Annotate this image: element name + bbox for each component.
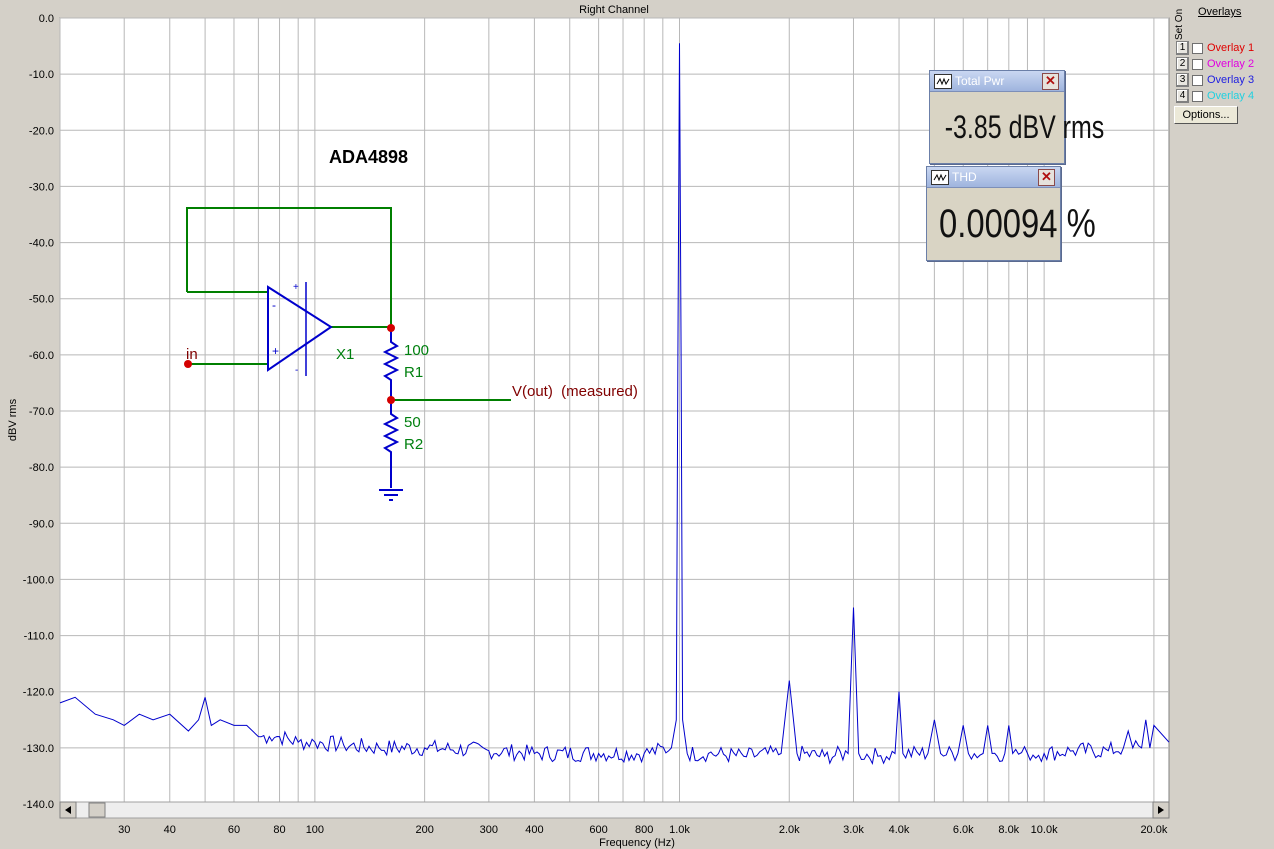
overlay-checkbox-3[interactable] (1192, 74, 1203, 86)
overlay-label-1: Overlay 1 (1207, 42, 1255, 54)
y-tick-label: -140.0 (23, 799, 54, 811)
label-r2-name: R2 (404, 436, 423, 453)
label-in: in (186, 346, 198, 363)
thd-meter[interactable]: THD ✕ 0.00094 % (926, 166, 1096, 261)
x-tick-label: 200 (415, 824, 433, 836)
y-tick-label: -30.0 (29, 181, 54, 193)
x-tick-label: 300 (480, 824, 498, 836)
x-tick-label: 80 (273, 824, 285, 836)
x-tick-label: 400 (525, 824, 543, 836)
overlay-row-3: 3 Overlay 3 (1176, 73, 1254, 87)
thd-titlebar[interactable]: THD ✕ (927, 167, 1060, 188)
y-tick-label: -10.0 (29, 69, 54, 81)
x-tick-label: 40 (164, 824, 176, 836)
opamp-vplus-sign: + (293, 282, 299, 293)
node-vout (387, 396, 395, 404)
y-tick-label: -50.0 (29, 294, 54, 306)
label-r1-value: 100 (404, 342, 429, 359)
label-r1-name: R1 (404, 364, 423, 381)
y-tick-label: -100.0 (23, 574, 54, 586)
y-tick-label: -110.0 (24, 631, 54, 643)
overlay-checkbox-1[interactable] (1192, 42, 1203, 54)
x-axis-label: Frequency (Hz) (599, 837, 675, 849)
x-tick-label: 600 (589, 824, 607, 836)
x-tick-label: 8.0k (998, 824, 1019, 836)
y-tick-label: -130.0 (23, 743, 54, 755)
thd-value: 0.00094 % (938, 202, 1096, 246)
y-tick-label: -20.0 (29, 125, 54, 137)
y-tick-label: -80.0 (29, 462, 54, 474)
close-icon[interactable]: ✕ (1042, 73, 1059, 90)
total-pwr-title: Total Pwr (955, 74, 1005, 88)
overlay-row-2: 2 Overlay 2 (1176, 57, 1254, 71)
overlay-set-button-2[interactable]: 2 (1176, 57, 1189, 71)
overlays-title: Overlays (1198, 6, 1242, 18)
opamp-minus-sign: - (272, 298, 276, 312)
x-tick-label: 3.0k (843, 824, 864, 836)
y-tick-label: 0.0 (39, 13, 54, 25)
schematic-part-name: ADA4898 (329, 147, 408, 167)
horizontal-scrollbar[interactable] (59, 801, 1170, 819)
overlay-row-4: 4 Overlay 4 (1176, 89, 1254, 103)
scrollbar-thumb[interactable] (88, 802, 106, 818)
overlay-label-2: Overlay 2 (1207, 58, 1255, 70)
label-r2-value: 50 (404, 414, 421, 431)
total-pwr-meter[interactable]: Total Pwr ✕ -3.85 dBV rms (929, 70, 1105, 164)
scrollbar-track[interactable] (59, 801, 1170, 819)
y-tick-label: -90.0 (29, 518, 54, 530)
x-tick-label: 30 (118, 824, 130, 836)
total-pwr-titlebar[interactable]: Total Pwr ✕ (930, 71, 1064, 92)
total-pwr-value: -3.85 dBV rms (944, 109, 1105, 145)
close-icon[interactable]: ✕ (1038, 169, 1055, 186)
overlay-set-button-4[interactable]: 4 (1176, 89, 1189, 103)
label-x1: X1 (336, 346, 354, 363)
thd-title: THD (952, 170, 977, 184)
x-tick-label: 800 (635, 824, 653, 836)
x-tick-label: 4.0k (889, 824, 910, 836)
y-tick-label: -120.0 (23, 687, 54, 699)
y-tick-label: -60.0 (29, 350, 54, 362)
overlay-checkbox-2[interactable] (1192, 58, 1203, 70)
x-tick-label: 10.0k (1031, 824, 1058, 836)
y-tick-label: -70.0 (29, 406, 54, 418)
node-out (387, 324, 395, 332)
x-tick-label: 100 (306, 824, 324, 836)
x-tick-label: 6.0k (953, 824, 974, 836)
waveform-icon (931, 170, 949, 185)
overlay-checkbox-4[interactable] (1192, 90, 1203, 102)
overlay-row-1: 1 Overlay 1 (1176, 41, 1254, 55)
overlay-set-button-1[interactable]: 1 (1176, 41, 1189, 55)
y-axis-label: dBV rms (7, 398, 19, 441)
label-vout: V(out) (measured) (512, 383, 638, 400)
overlay-set-button-3[interactable]: 3 (1176, 73, 1189, 87)
options-button[interactable]: Options... (1174, 106, 1238, 124)
opamp-vminus-sign: - (295, 365, 298, 376)
x-tick-label: 1.0k (669, 824, 690, 836)
opamp-plus-sign: + (272, 344, 279, 358)
x-tick-label: 20.0k (1140, 824, 1167, 836)
overlay-label-4: Overlay 4 (1207, 90, 1255, 102)
overlay-label-3: Overlay 3 (1207, 74, 1255, 86)
y-tick-label: -40.0 (29, 238, 54, 250)
set-on-label: Set On (1174, 8, 1185, 40)
x-axis-ticks: 30 40 60 80 100 200 300 400 600 800 1.0k 2.0k 3.0k 4.… (118, 824, 1168, 836)
x-tick-label: 2.0k (779, 824, 800, 836)
chart-title: Right Channel (579, 4, 649, 16)
x-tick-label: 60 (228, 824, 240, 836)
waveform-icon (934, 74, 952, 89)
